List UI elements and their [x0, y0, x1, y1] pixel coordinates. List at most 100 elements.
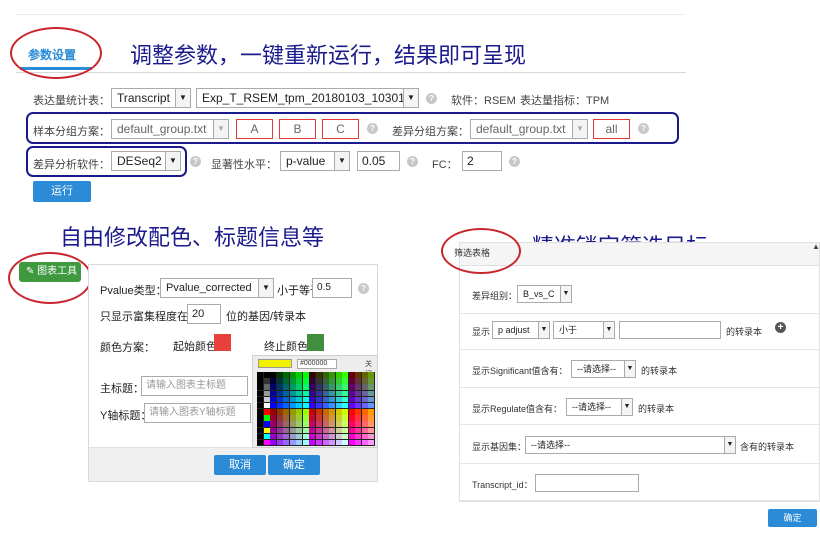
palette-cell[interactable] [309, 427, 316, 434]
palette-cell[interactable] [257, 409, 263, 415]
main-title-input[interactable]: 请输入图表主标题 [141, 376, 248, 396]
palette-cell[interactable] [257, 421, 263, 427]
palette-cell[interactable] [348, 372, 355, 378]
palette-cell[interactable] [270, 384, 277, 390]
color-palette-grid[interactable] [257, 372, 375, 446]
palette-cell[interactable] [283, 439, 290, 446]
palette-cell[interactable] [348, 390, 355, 397]
group-tag-c[interactable]: C [322, 119, 359, 139]
palette-cell[interactable] [283, 421, 290, 427]
palette-cell[interactable] [368, 439, 375, 446]
top-input[interactable]: 20 [187, 304, 221, 324]
palette-cell[interactable] [316, 439, 322, 446]
palette-cell[interactable] [302, 415, 309, 421]
palette-cell[interactable] [309, 378, 316, 384]
palette-cell[interactable] [263, 396, 270, 403]
palette-cell[interactable] [368, 427, 375, 434]
palette-cell[interactable] [257, 427, 263, 434]
palette-cell[interactable] [276, 402, 283, 409]
palette-cell[interactable] [309, 409, 316, 415]
palette-cell[interactable] [283, 427, 290, 434]
palette-cell[interactable] [316, 384, 322, 390]
palette-cell[interactable] [263, 427, 270, 434]
palette-cell[interactable] [361, 421, 368, 427]
fc-input[interactable]: 2 [462, 151, 502, 171]
palette-cell[interactable] [296, 421, 303, 427]
palette-cell[interactable] [283, 396, 290, 403]
palette-cell[interactable] [329, 402, 336, 409]
palette-cell[interactable] [361, 433, 368, 440]
transcript-id-input[interactable] [535, 474, 639, 492]
help-icon[interactable]: ? [190, 156, 201, 167]
palette-cell[interactable] [335, 378, 342, 384]
palette-cell[interactable] [263, 372, 270, 378]
palette-cell[interactable] [348, 415, 355, 421]
palette-cell[interactable] [296, 378, 303, 384]
palette-cell[interactable] [316, 390, 322, 397]
palette-cell[interactable] [309, 439, 316, 446]
palette-cell[interactable] [316, 372, 322, 378]
palette-cell[interactable] [283, 378, 290, 384]
palette-cell[interactable] [361, 390, 368, 397]
palette-cell[interactable] [270, 421, 277, 427]
palette-cell[interactable] [361, 439, 368, 446]
palette-cell[interactable] [348, 409, 355, 415]
help-icon[interactable]: ? [509, 156, 520, 167]
sample-group-select[interactable]: default_group.txt ▼ [111, 119, 229, 139]
palette-cell[interactable] [302, 390, 309, 397]
palette-cell[interactable] [322, 396, 329, 403]
expr-table-select[interactable]: Transcript ▼ [111, 88, 191, 108]
palette-cell[interactable] [329, 390, 336, 397]
group-tag-a[interactable]: A [236, 119, 273, 139]
palette-cell[interactable] [355, 372, 362, 378]
palette-cell[interactable] [335, 421, 342, 427]
diff-group-filter-select[interactable]: B_vs_C ▼ [517, 285, 572, 303]
palette-cell[interactable] [263, 402, 270, 409]
palette-cell[interactable] [289, 384, 296, 390]
palette-cell[interactable] [309, 372, 316, 378]
sig-level-select[interactable]: p-value ▼ [280, 151, 350, 171]
palette-cell[interactable] [342, 378, 349, 384]
collapse-icon[interactable]: ▲ [812, 242, 820, 251]
palette-cell[interactable] [296, 402, 303, 409]
palette-cell[interactable] [355, 378, 362, 384]
palette-cell[interactable] [296, 427, 303, 434]
palette-cell[interactable] [342, 439, 349, 446]
palette-cell[interactable] [355, 433, 362, 440]
palette-cell[interactable] [335, 396, 342, 403]
palette-cell[interactable] [263, 409, 270, 415]
palette-cell[interactable] [263, 415, 270, 421]
pvalue-type-select[interactable]: Pvalue_corrected ▼ [160, 278, 274, 298]
palette-cell[interactable] [276, 378, 283, 384]
palette-cell[interactable] [276, 372, 283, 378]
palette-cell[interactable] [296, 372, 303, 378]
palette-cell[interactable] [322, 402, 329, 409]
palette-cell[interactable] [270, 415, 277, 421]
palette-cell[interactable] [368, 402, 375, 409]
help-icon[interactable]: ? [426, 93, 437, 104]
palette-cell[interactable] [322, 384, 329, 390]
palette-cell[interactable] [361, 396, 368, 403]
palette-cell[interactable] [348, 378, 355, 384]
palette-cell[interactable] [335, 384, 342, 390]
palette-cell[interactable] [355, 415, 362, 421]
palette-cell[interactable] [368, 396, 375, 403]
palette-cell[interactable] [283, 402, 290, 409]
palette-cell[interactable] [316, 433, 322, 440]
palette-cell[interactable] [329, 372, 336, 378]
palette-cell[interactable] [322, 409, 329, 415]
palette-cell[interactable] [283, 372, 290, 378]
palette-cell[interactable] [335, 439, 342, 446]
start-color-swatch[interactable] [214, 334, 231, 351]
palette-cell[interactable] [276, 421, 283, 427]
ok-button[interactable]: 确定 [268, 455, 320, 475]
palette-cell[interactable] [283, 390, 290, 397]
palette-cell[interactable] [355, 427, 362, 434]
palette-cell[interactable] [257, 378, 263, 384]
palette-cell[interactable] [329, 415, 336, 421]
palette-cell[interactable] [270, 427, 277, 434]
palette-cell[interactable] [302, 402, 309, 409]
palette-cell[interactable] [355, 439, 362, 446]
palette-cell[interactable] [368, 421, 375, 427]
palette-cell[interactable] [361, 372, 368, 378]
